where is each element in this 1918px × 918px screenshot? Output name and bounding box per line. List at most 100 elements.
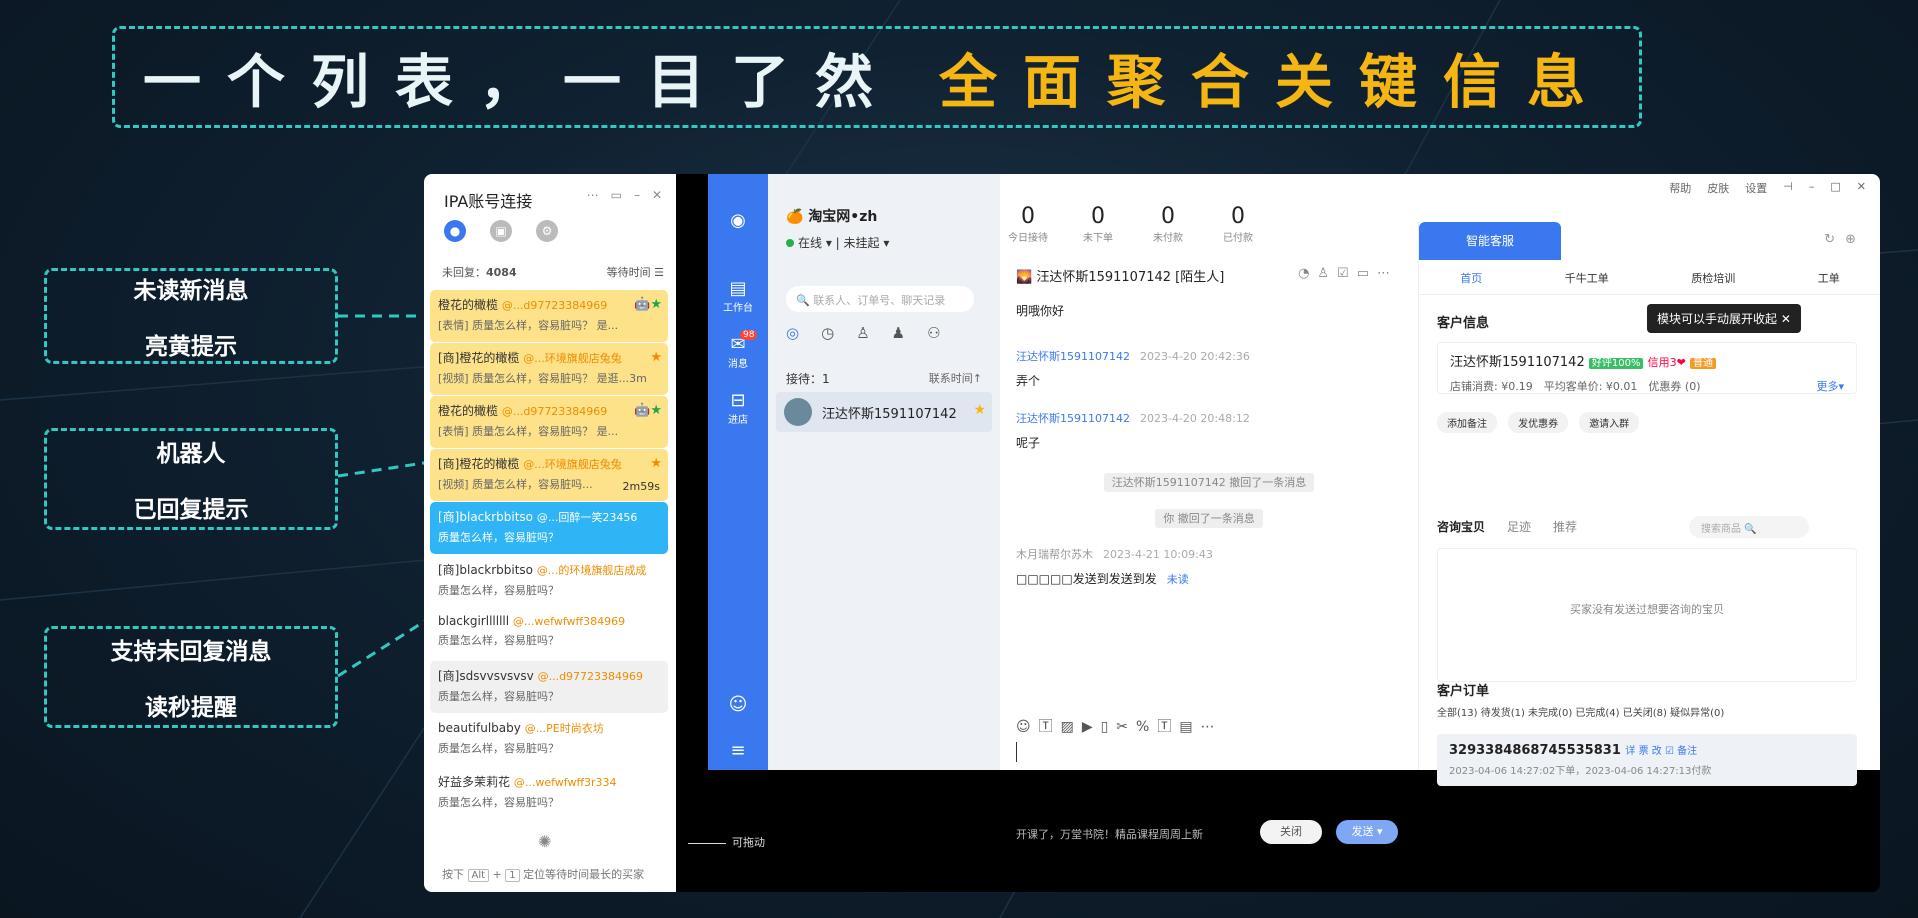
group-icon[interactable]: ♟ xyxy=(892,324,905,342)
settings-link[interactable]: 设置 xyxy=(1745,180,1767,196)
order-card[interactable]: 3293384868745535831 详 票 改 ☑ 备注 2023-04-0… xyxy=(1437,734,1857,786)
tab-consult-goods[interactable]: 咨询宝贝 xyxy=(1437,518,1485,535)
clock-icon[interactable]: ◷ xyxy=(821,324,834,342)
send-coupon-button[interactable]: 发优惠券 xyxy=(1508,412,1569,433)
send-button[interactable]: 发送 ▾ xyxy=(1336,820,1398,844)
stats-bar: 0 今日接待 0 未下单 0 未付款 0 已付款 xyxy=(1004,204,1262,244)
reception-bar: 接待：1 联系时间↑ xyxy=(786,370,982,387)
close-button[interactable]: 关闭 xyxy=(1260,820,1322,844)
add-note-button[interactable]: 添加备注 xyxy=(1437,412,1497,433)
stat-unpaid: 0 未付款 xyxy=(1153,204,1183,244)
app-frame: IPA账号连接 ⋯ ▭ – ✕ ● ▣ ⚙ 未回复：4084 等待时间 ☰ 橙花… xyxy=(424,174,1880,892)
help-link[interactable]: 帮助 xyxy=(1669,180,1691,196)
sort-contact-time[interactable]: 联系时间↑ xyxy=(929,370,982,387)
person-icon[interactable]: ♙ xyxy=(856,324,869,342)
nav-workbench[interactable]: ▤ 工作台 xyxy=(708,278,768,314)
goods-card: 买家没有发送过想要咨询的宝贝 xyxy=(1437,548,1857,682)
empty-state: 买家没有发送过想要咨询的宝贝 xyxy=(1570,603,1724,616)
pin-icon[interactable]: ⊣ xyxy=(1783,180,1793,196)
pin-icon[interactable]: ▭ xyxy=(611,188,622,202)
menu-icon[interactable]: ≡ xyxy=(708,740,768,761)
refresh-add-icons[interactable]: ↻⊕ xyxy=(1824,232,1866,247)
tab-footprint[interactable]: 足迹 xyxy=(1507,518,1531,535)
online-status[interactable]: 在线 ▾ | 未挂起 ▾ xyxy=(786,234,889,251)
chat-toolbar-icons[interactable]: ◔♙☑▭⋯ xyxy=(1298,266,1398,281)
headline-white: 一个列表，一目了然 xyxy=(142,48,899,116)
callout-countdown: 支持未回复消息 读秒提醒 xyxy=(44,626,338,728)
panel-title: IPA账号连接 xyxy=(444,192,533,211)
customer-info-title: 客户信息 xyxy=(1437,316,1490,331)
list-item[interactable]: [商]blackrbbitso @...的环境旗舰店成成 质量怎么样，容易脏吗？ xyxy=(430,555,668,607)
sort-wait-time[interactable]: 等待时间 ☰ xyxy=(607,264,664,280)
tab-ticket[interactable]: 工单 xyxy=(1818,270,1840,286)
contact-item[interactable]: 汪达怀斯1591107142 ★ xyxy=(776,392,992,432)
list-item[interactable]: blackgirlllllll @...wefwfwff384969 质量怎么样… xyxy=(430,608,668,660)
monitor-icon[interactable]: ▣ xyxy=(490,220,512,242)
nav-messages[interactable]: ✉ 消息 98 xyxy=(708,330,768,370)
robot-star-icon: 🤖★ xyxy=(634,297,662,312)
avatar xyxy=(784,398,812,426)
contact-tabs: ◎ ◷ ♙ ♟ ⚇ xyxy=(786,324,941,342)
list-item[interactable]: [商]sdsvvsvsvsv @...d97723384969 质量怎么样，容易… xyxy=(430,661,668,713)
conversation-list: 橙花的橄榄 @...d97723384969 [表情] 质量怎么样，容易脏吗？ … xyxy=(430,290,668,820)
list-item[interactable]: [商]橙花的橄榄 @...环境旗舰店兔兔 [视频] 质量怎么样，容易脏吗？ 是逛… xyxy=(430,343,668,395)
window-controls: ⋯ ▭ – ✕ xyxy=(587,188,662,202)
input-toolbar[interactable]: ☺🅃▨▶▯✂%🅃▤⋯ xyxy=(1016,716,1223,736)
message: 汪达怀斯1591107142 2023-4-20 20:42:36 弄个 xyxy=(1016,350,1250,388)
stat-no-order: 0 未下单 xyxy=(1083,204,1113,244)
order-tabs[interactable]: 全部(13) 待发货(1) 未完成(0) 已完成(4) 已关闭(8) 疑似异常(… xyxy=(1437,704,1724,719)
list-item[interactable]: [商]橙花的橄榄 @...环境旗舰店兔兔 [视频] 质量怎么样，容易脏吗... … xyxy=(430,449,668,501)
order-title: 客户订单 xyxy=(1437,684,1490,699)
order-tags: 详 票 改 ☑ 备注 xyxy=(1625,746,1698,757)
list-item[interactable]: 橙花的橄榄 @...d97723384969 [表情] 质量怎么样，容易脏吗？ … xyxy=(430,290,668,342)
message-badge: 98 xyxy=(740,330,758,340)
list-item[interactable]: 橙花的橄榄 @...d97723384969 [表情] 质量怎么样，容易脏吗？ … xyxy=(430,396,668,448)
chat-header: 🌄 汪达怀斯1591107142 [陌生人] xyxy=(1016,270,1225,285)
unread-status: 未读 xyxy=(1166,573,1189,586)
loading-icon: ✺ xyxy=(538,832,552,851)
callout-unread: 未读新消息 亮黄提示 xyxy=(44,268,338,364)
close-icon[interactable]: ✕ xyxy=(1857,180,1866,196)
goods-search-input[interactable]: 搜索商品 🔍 xyxy=(1689,516,1809,538)
list-item[interactable]: [商]blackrbbitso @...回醉一笑23456 质量怎么样，容易脏吗… xyxy=(430,502,668,554)
message: 木月瑞帮尔苏木 2023-4-21 10:09:43 □□□□□发送到发送到发 未读 xyxy=(1016,548,1213,586)
account-panel: IPA账号连接 ⋯ ▭ – ✕ ● ▣ ⚙ 未回复：4084 等待时间 ☰ 橙花… xyxy=(424,174,676,892)
tab-smart-service[interactable]: 智能客服 xyxy=(1419,222,1561,260)
tab-qc-training[interactable]: 质检培训 xyxy=(1691,270,1735,286)
home-icon[interactable]: ◉ xyxy=(708,210,768,231)
text-caret xyxy=(1016,742,1017,762)
window-topbar: 帮助 皮肤 设置 ⊣ – □ ✕ xyxy=(1669,180,1866,196)
skin-link[interactable]: 皮肤 xyxy=(1707,180,1729,196)
org-icon[interactable]: ⚇ xyxy=(927,324,940,342)
stat-today: 0 今日接待 xyxy=(1008,204,1048,244)
more-icon[interactable]: ⋯ xyxy=(587,188,599,202)
list-item[interactable]: 好益多茉莉花 @...wefwfwff3r334 质量怎么样，容易脏吗？ xyxy=(430,767,668,819)
callout-robot: 机器人 已回复提示 xyxy=(44,428,338,530)
star-icon: ★ xyxy=(650,350,662,365)
close-icon[interactable]: ✕ xyxy=(652,188,662,202)
panel-tabs: ● ▣ ⚙ xyxy=(444,220,558,242)
customer-card: 汪达怀斯1591107142 好评100% 信用3❤ 普通 店铺消费: ¥0.1… xyxy=(1437,342,1857,394)
more-link[interactable]: 更多▾ xyxy=(1816,378,1844,394)
star-icon[interactable]: ★ xyxy=(973,402,986,418)
contacts-pane: 🍊 淘宝网•zh 在线 ▾ | 未挂起 ▾ 🔍 联系人、订单号、聊天记录 ◎ ◷… xyxy=(768,174,1000,770)
list-item[interactable]: beautifulbaby @...PE时尚衣坊 质量怎么样，容易脏吗？ xyxy=(430,714,668,766)
gear-icon[interactable]: ⚙ xyxy=(536,220,558,242)
tooltip: 模块可以手动展开收起 ✕ xyxy=(1647,304,1801,333)
search-input[interactable]: 🔍 联系人、订单号、聊天记录 xyxy=(786,286,974,312)
chat-icon[interactable]: ● xyxy=(444,220,466,242)
invite-group-button[interactable]: 邀请入群 xyxy=(1579,412,1640,433)
tab-recommend[interactable]: 推荐 xyxy=(1553,518,1577,535)
chat-tab-icon[interactable]: ◎ xyxy=(786,324,799,342)
assistant-icon[interactable]: ☺ xyxy=(708,694,768,715)
minimize-icon[interactable]: – xyxy=(634,188,640,202)
input-hint: 开课了，万堂书院！精品课程周周上新 xyxy=(1016,828,1203,841)
minimize-icon[interactable]: – xyxy=(1809,180,1815,196)
main-window: ◉ ▤ 工作台 ✉ 消息 98 ⊟ 进店 ☺ ≡ 🍊 淘宝网•zh 在线 ▾ | 未挂起… xyxy=(708,174,1880,844)
nav-store[interactable]: ⊟ 进店 xyxy=(708,390,768,426)
maximize-icon[interactable]: □ xyxy=(1830,180,1840,196)
chat-pane: 🌄 汪达怀斯1591107142 [陌生人] ◔♙☑▭⋯ 明哦你好 汪达怀斯15… xyxy=(1000,254,1418,844)
tab-home[interactable]: 首页 xyxy=(1460,270,1482,286)
shop-name: 🍊 淘宝网•zh xyxy=(786,209,878,225)
tab-qianniu-ticket[interactable]: 千牛工单 xyxy=(1565,270,1609,286)
